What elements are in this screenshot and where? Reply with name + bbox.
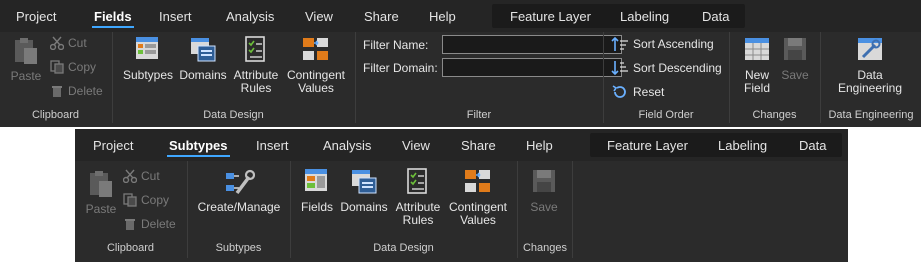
cut-button[interactable]: Cut [123, 169, 160, 183]
group-label-filter: Filter [466, 109, 492, 121]
delete-button[interactable]: Delete [123, 217, 176, 231]
delete-button[interactable]: Delete [50, 84, 103, 98]
filter-domain-label: Filter Domain: [363, 61, 438, 75]
trash-icon [125, 219, 135, 230]
tab-view[interactable]: View [305, 9, 333, 24]
sort-ascending-button[interactable]: Sort Ascending [611, 36, 714, 52]
filter-name-label: Filter Name: [363, 38, 429, 52]
tab-project[interactable]: Project [16, 9, 56, 24]
filter-name-input[interactable] [442, 35, 622, 54]
fields-button[interactable]: Fields [297, 167, 337, 214]
new-field-button[interactable]: New Field [737, 35, 777, 95]
group-label-changes: Changes [522, 242, 568, 254]
tab-insert[interactable]: Insert [159, 9, 192, 24]
scissors-icon [50, 36, 64, 50]
contingent-values-icon [303, 38, 328, 60]
tab-feature-layer[interactable]: Feature Layer [607, 138, 688, 153]
subtypes-icon [136, 37, 158, 59]
save-button[interactable]: Save [526, 167, 562, 214]
group-label-field-order: Field Order [638, 109, 694, 121]
domains-button[interactable]: Domains [339, 167, 389, 214]
tab-view[interactable]: View [402, 138, 430, 153]
save-icon [784, 38, 806, 60]
reset-button[interactable]: Reset [611, 84, 664, 100]
ribbon-body: Paste Cut Copy Delete Clipboard Create/M… [75, 161, 848, 262]
attribute-rules-button[interactable]: Attribute Rules [229, 35, 283, 95]
group-label-subtypes: Subtypes [215, 242, 262, 254]
paste-icon [90, 171, 112, 197]
tab-feature-layer[interactable]: Feature Layer [510, 9, 591, 24]
create-manage-icon [226, 169, 255, 195]
data-engineering-icon [858, 38, 882, 60]
new-field-icon [745, 38, 769, 60]
sort-descending-icon [611, 61, 628, 76]
group-label-data-design: Data Design [373, 242, 434, 254]
group-label-data-engineering: Data Engineering [828, 109, 914, 121]
domains-icon [352, 170, 377, 194]
tab-labeling[interactable]: Labeling [620, 9, 669, 24]
cut-button[interactable]: Cut [50, 36, 87, 50]
contingent-values-icon [465, 170, 490, 192]
tab-help[interactable]: Help [429, 9, 456, 24]
tab-labeling[interactable]: Labeling [718, 138, 767, 153]
paste-button[interactable]: Paste [8, 36, 44, 83]
subtypes-ribbon: Project Subtypes Insert Analysis View Sh… [75, 129, 848, 262]
ribbon-tab-bar: Project Subtypes Insert Analysis View Sh… [75, 129, 848, 161]
attribute-rules-button[interactable]: Attribute Rules [391, 167, 445, 227]
group-label-data-design: Data Design [203, 109, 264, 121]
tab-share[interactable]: Share [364, 9, 399, 24]
domains-button[interactable]: Domains [178, 35, 228, 82]
save-button[interactable]: Save [778, 35, 812, 82]
ribbon-tab-bar: Project Fields Insert Analysis View Shar… [0, 0, 921, 32]
save-icon [533, 170, 555, 192]
tab-share[interactable]: Share [461, 138, 496, 153]
scissors-icon [123, 169, 137, 183]
data-engineering-button[interactable]: Data Engineering [830, 35, 910, 95]
attribute-rules-icon [245, 36, 265, 62]
tab-subtypes[interactable]: Subtypes [167, 138, 230, 157]
tab-analysis[interactable]: Analysis [226, 9, 274, 24]
create-manage-button[interactable]: Create/Manage [192, 167, 286, 214]
trash-icon [52, 86, 62, 97]
tab-help[interactable]: Help [526, 138, 553, 153]
copy-button[interactable]: Copy [50, 60, 96, 74]
tab-analysis[interactable]: Analysis [323, 138, 371, 153]
tab-fields[interactable]: Fields [92, 9, 134, 28]
copy-icon [123, 193, 137, 207]
group-label-changes: Changes [752, 109, 797, 121]
ribbon-body: Paste Cut Copy Delete Clipboard Subtypes… [0, 32, 921, 127]
reset-icon [612, 85, 626, 98]
tab-data[interactable]: Data [702, 9, 729, 24]
sort-descending-button[interactable]: Sort Descending [611, 60, 722, 76]
tab-project[interactable]: Project [93, 138, 133, 153]
group-label-clipboard: Clipboard [106, 242, 155, 254]
copy-button[interactable]: Copy [123, 193, 169, 207]
copy-icon [50, 60, 64, 74]
group-divider [572, 161, 573, 258]
tab-insert[interactable]: Insert [256, 138, 289, 153]
tab-data[interactable]: Data [799, 138, 826, 153]
contextual-tab-group: Feature Layer Labeling Data [590, 133, 842, 157]
contingent-values-button[interactable]: Contingent Values [284, 35, 348, 95]
sort-ascending-icon [611, 36, 628, 51]
attribute-rules-icon [407, 168, 427, 194]
domains-icon [191, 38, 216, 62]
group-label-clipboard: Clipboard [31, 109, 80, 121]
fields-icon [305, 169, 327, 191]
paste-icon [15, 38, 37, 64]
paste-button[interactable]: Paste [83, 169, 119, 216]
contextual-tab-group: Feature Layer Labeling Data [492, 4, 745, 28]
subtypes-button[interactable]: Subtypes [120, 35, 176, 82]
fields-ribbon: Project Fields Insert Analysis View Shar… [0, 0, 921, 127]
contingent-values-button[interactable]: Contingent Values [446, 167, 510, 227]
filter-domain-input[interactable] [442, 58, 622, 77]
